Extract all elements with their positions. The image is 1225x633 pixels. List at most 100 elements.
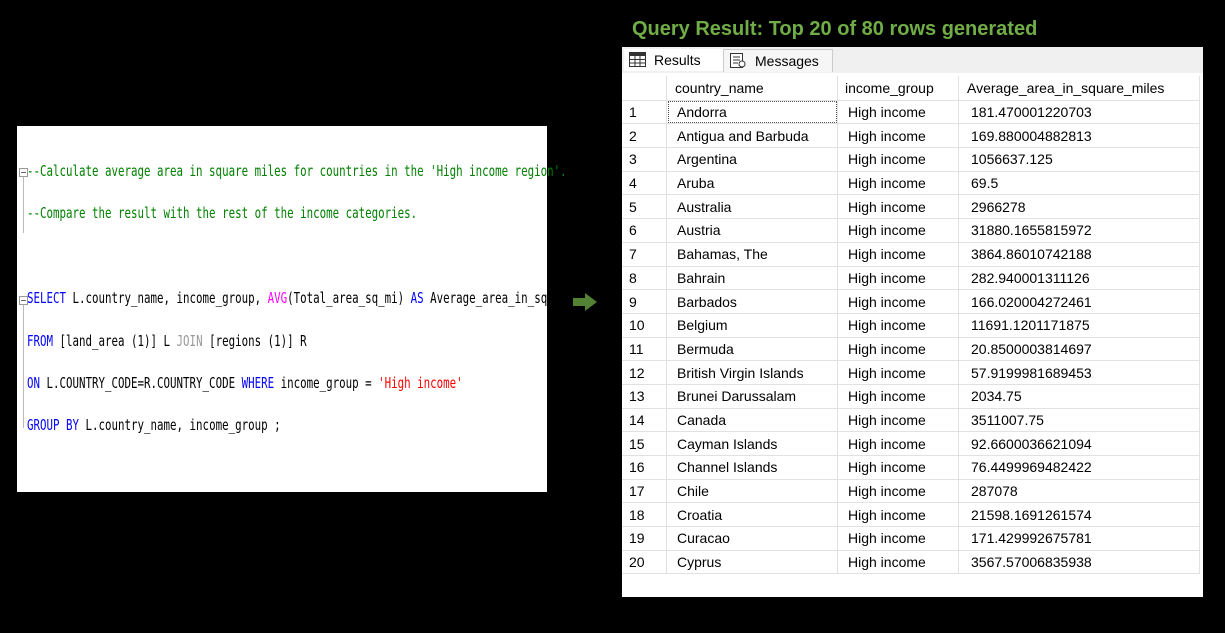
join-condition: L.COUNTRY_CODE=R.COUNTRY_CODE	[40, 374, 242, 392]
group-by-columns: L.country_name, income_group ;	[79, 416, 281, 434]
row-number[interactable]: 16	[622, 455, 667, 480]
column-header-country-name[interactable]: country_name	[666, 76, 838, 101]
table-row: 4 Aruba High income 69.5	[622, 171, 1200, 196]
cell-country-name[interactable]: Brunei Darussalam	[666, 384, 838, 409]
cell-income-group[interactable]: High income	[837, 123, 959, 149]
cell-income-group[interactable]: High income	[837, 313, 959, 338]
cell-country-name[interactable]: Belgium	[666, 313, 838, 338]
cell-country-name[interactable]: Chile	[666, 479, 838, 504]
cell-country-name[interactable]: Bahrain	[666, 266, 838, 291]
result-title: Query Result: Top 20 of 80 rows generate…	[632, 18, 1038, 40]
cell-average-area[interactable]: 2034.75	[958, 384, 1200, 409]
cell-average-area[interactable]: 11691.1201171875	[958, 313, 1200, 338]
cell-average-area[interactable]: 1056637.125	[958, 147, 1200, 172]
cell-income-group[interactable]: High income	[837, 337, 959, 362]
row-number[interactable]: 20	[622, 550, 667, 575]
cell-income-group[interactable]: High income	[837, 550, 959, 575]
table-row: 3 Argentina High income 1056637.125	[622, 147, 1200, 172]
messages-icon	[730, 53, 746, 68]
table-row: 9 Barbados High income 166.020004272461	[622, 289, 1200, 314]
cell-average-area[interactable]: 3511007.75	[958, 408, 1200, 433]
cell-average-area[interactable]: 282.940001311126	[958, 266, 1200, 291]
cell-income-group[interactable]: High income	[837, 289, 959, 314]
cell-average-area[interactable]: 169.880004882813	[958, 123, 1200, 149]
tab-messages[interactable]: Messages	[723, 49, 833, 72]
row-number[interactable]: 15	[622, 431, 667, 456]
cell-country-name[interactable]: Croatia	[666, 502, 838, 528]
row-number[interactable]: 19	[622, 526, 667, 551]
cell-average-area[interactable]: 3567.57006835938	[958, 550, 1200, 575]
cell-income-group[interactable]: High income	[837, 242, 959, 267]
cell-country-name[interactable]: Bermuda	[666, 337, 838, 362]
row-number[interactable]: 9	[622, 289, 667, 314]
row-number[interactable]: 18	[622, 502, 667, 528]
row-number[interactable]: 4	[622, 171, 667, 196]
cell-average-area[interactable]: 3864.86010742188	[958, 242, 1200, 267]
cell-country-name[interactable]: Argentina	[666, 147, 838, 172]
cell-average-area[interactable]: 92.6600036621094	[958, 431, 1200, 456]
row-number[interactable]: 1	[622, 100, 667, 125]
cell-income-group[interactable]: High income	[837, 218, 959, 243]
row-number-header[interactable]	[622, 76, 667, 101]
cell-income-group[interactable]: High income	[837, 147, 959, 172]
row-number[interactable]: 8	[622, 266, 667, 291]
cell-country-name[interactable]: British Virgin Islands	[666, 360, 838, 385]
cell-average-area[interactable]: 57.9199981689453	[958, 360, 1200, 385]
row-number[interactable]: 7	[622, 242, 667, 267]
cell-income-group[interactable]: High income	[837, 360, 959, 385]
column-header-income-group[interactable]: income_group	[837, 76, 959, 101]
tab-results[interactable]: Results	[624, 49, 724, 71]
cell-average-area[interactable]: 20.8500003814697	[958, 337, 1200, 362]
cell-income-group[interactable]: High income	[837, 171, 959, 196]
cell-income-group[interactable]: High income	[837, 455, 959, 480]
row-number[interactable]: 5	[622, 194, 667, 220]
results-grid-icon	[629, 52, 646, 67]
row-number[interactable]: 11	[622, 337, 667, 362]
cell-country-name[interactable]: Barbados	[666, 289, 838, 314]
sql-editor[interactable]: --Calculate average area in square miles…	[17, 126, 612, 492]
cell-income-group[interactable]: High income	[837, 408, 959, 433]
cell-income-group[interactable]: High income	[837, 194, 959, 220]
tab-results-label: Results	[654, 52, 701, 68]
cell-country-name[interactable]: Bahamas, The	[666, 242, 838, 267]
cell-country-name[interactable]: Australia	[666, 194, 838, 220]
row-number[interactable]: 12	[622, 360, 667, 385]
row-number[interactable]: 13	[622, 384, 667, 409]
table-row: 10 Belgium High income 11691.1201171875	[622, 313, 1200, 338]
cell-average-area[interactable]: 181.470001220703	[958, 100, 1200, 125]
cell-income-group[interactable]: High income	[837, 431, 959, 456]
cell-average-area[interactable]: 31880.1655815972	[958, 218, 1200, 243]
cell-average-area[interactable]: 287078	[958, 479, 1200, 504]
cell-income-group[interactable]: High income	[837, 526, 959, 551]
row-number[interactable]: 17	[622, 479, 667, 504]
column-header-average-area[interactable]: Average_area_in_square_miles	[958, 76, 1200, 101]
cell-country-name[interactable]: Antigua and Barbuda	[666, 123, 838, 149]
cell-country-name[interactable]: Channel Islands	[666, 455, 838, 480]
cell-country-name[interactable]: Cayman Islands	[666, 431, 838, 456]
cell-country-name[interactable]: Aruba	[666, 171, 838, 196]
cell-country-name[interactable]: Curacao	[666, 526, 838, 551]
row-number[interactable]: 3	[622, 147, 667, 172]
cell-country-name[interactable]: Cyprus	[666, 550, 838, 575]
cell-average-area[interactable]: 166.020004272461	[958, 289, 1200, 314]
row-number[interactable]: 2	[622, 123, 667, 149]
cell-average-area[interactable]: 76.4499969482422	[958, 455, 1200, 480]
cell-income-group[interactable]: High income	[837, 100, 959, 125]
select-columns: L.country_name, income_group,	[66, 289, 268, 307]
cell-country-name[interactable]: Andorra	[666, 100, 838, 125]
cell-country-name[interactable]: Austria	[666, 218, 838, 243]
cell-average-area[interactable]: 69.5	[958, 171, 1200, 196]
cell-income-group[interactable]: High income	[837, 384, 959, 409]
cell-average-area[interactable]: 171.429992675781	[958, 526, 1200, 551]
cell-country-name[interactable]: Canada	[666, 408, 838, 433]
cell-income-group[interactable]: High income	[837, 502, 959, 528]
cell-income-group[interactable]: High income	[837, 266, 959, 291]
row-number[interactable]: 14	[622, 408, 667, 433]
row-number[interactable]: 10	[622, 313, 667, 338]
keyword-join: JOIN	[176, 332, 203, 350]
row-number[interactable]: 6	[622, 218, 667, 243]
cell-income-group[interactable]: High income	[837, 479, 959, 504]
code-line-from: FROM [land_area (1)] L JOIN [regions (1)…	[27, 332, 307, 350]
cell-average-area[interactable]: 21598.1691261574	[958, 502, 1200, 528]
cell-average-area[interactable]: 2966278	[958, 194, 1200, 220]
